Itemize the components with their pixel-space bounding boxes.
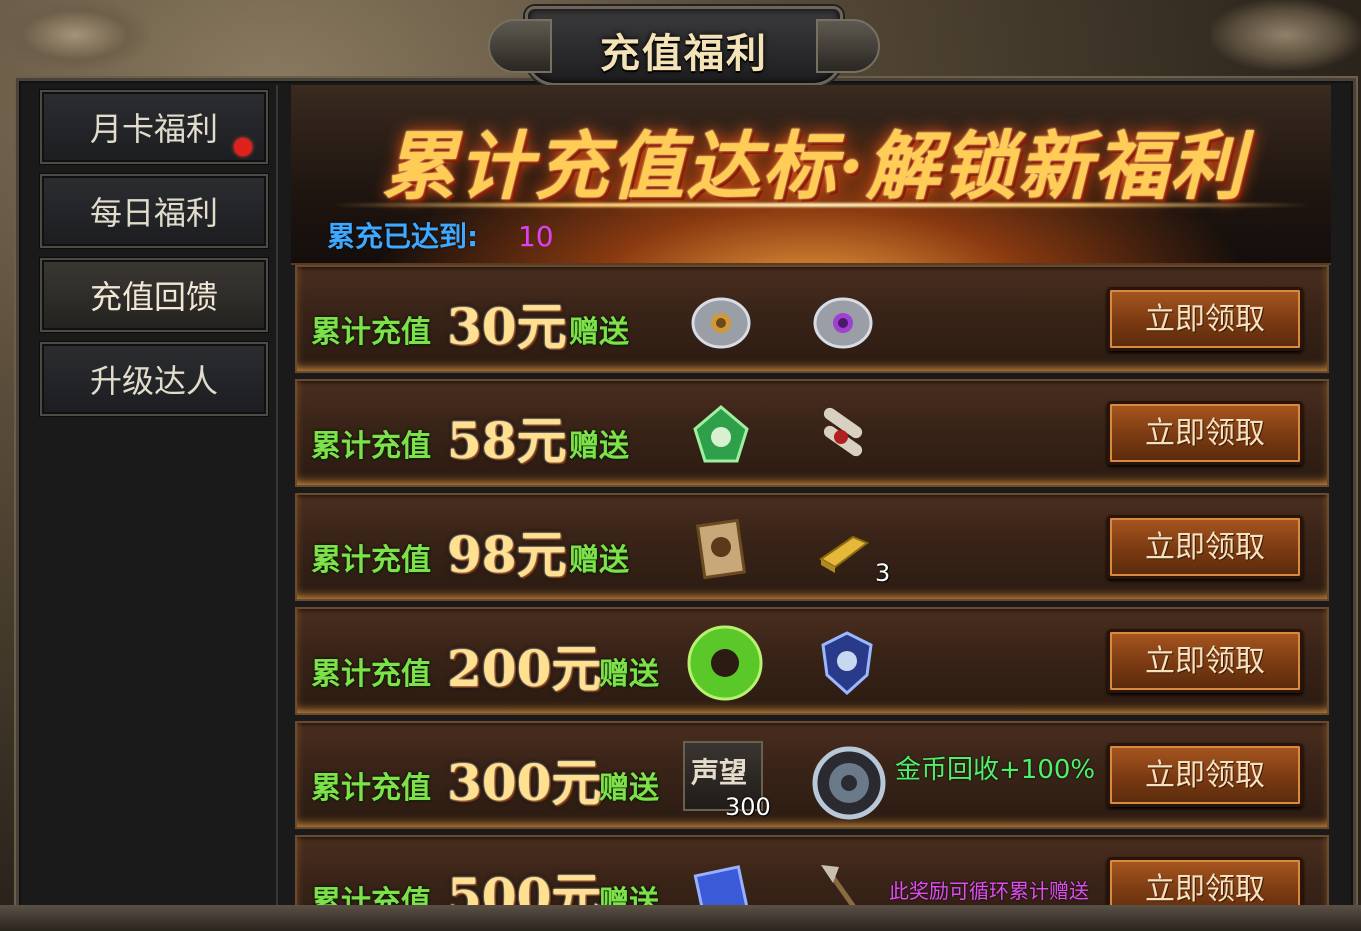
bonus-text: 此奖励可循环累计赠送: [889, 879, 1089, 903]
sidebar-item-recharge-rewards[interactable]: 充值回馈: [40, 258, 268, 332]
reward-row-30: 累计充值 30元 赠送 立即领取: [295, 265, 1329, 373]
jade-ring-icon[interactable]: [683, 621, 767, 705]
sidebar-item-level-up[interactable]: 升级达人: [40, 342, 268, 416]
dragon-ornament-right: [1211, 0, 1361, 70]
row-suffix: 赠送: [599, 657, 659, 692]
reward-row-300: 累计充值 300元 赠送 声望 300 金币回收+100% 立即领取: [295, 721, 1329, 829]
reward-panel: 累计充值达标·解锁新福利 累充已达到: 10 累计充值 30元 赠送 立即领取 …: [291, 85, 1331, 905]
row-suffix: 赠送: [599, 885, 659, 905]
shield-emblem-icon[interactable]: [811, 627, 883, 699]
row-prefix: 累计充值: [311, 885, 431, 905]
item-count: 3: [875, 559, 891, 587]
skill-book-icon[interactable]: [685, 513, 757, 585]
recharge-progress: 累充已达到: 10: [327, 215, 554, 255]
row-suffix: 赠送: [599, 771, 659, 806]
claim-button[interactable]: 立即领取: [1107, 515, 1303, 579]
sidebar-item-monthly-card[interactable]: 月卡福利: [40, 90, 268, 164]
row-amount: 98元: [447, 525, 567, 584]
sidebar: 月卡福利 每日福利 充值回馈 升级达人: [32, 85, 278, 905]
item-count: 300: [725, 793, 771, 821]
claim-button[interactable]: 立即领取: [1107, 743, 1303, 807]
scroll-bundle-icon[interactable]: [807, 399, 879, 471]
dragon-ornament-left: [0, 0, 150, 70]
window-frame: 充值福利 月卡福利 每日福利 充值回馈 升级达人 累计充值达标·解锁新福利 累充…: [0, 0, 1361, 931]
row-suffix: 赠送: [569, 429, 629, 464]
frame-bottom-edge: [0, 905, 1361, 931]
row-amount: 30元: [447, 297, 567, 356]
banner-glow: [331, 203, 1311, 207]
reward-row-98: 累计充值 98元 赠送 3 立即领取: [295, 493, 1329, 601]
banner: 累计充值达标·解锁新福利 累充已达到: 10: [291, 85, 1331, 265]
progress-label: 累充已达到:: [327, 220, 479, 253]
row-amount: 200元: [447, 639, 602, 698]
row-amount: 58元: [447, 411, 567, 470]
row-suffix: 赠送: [569, 543, 629, 578]
notification-dot-icon: [234, 138, 252, 156]
jade-pendant-icon[interactable]: [685, 399, 757, 471]
sidebar-item-daily[interactable]: 每日福利: [40, 174, 268, 248]
sidebar-item-label: 月卡福利: [89, 110, 218, 148]
progress-value: 10: [517, 220, 554, 253]
war-axe-icon[interactable]: [807, 855, 879, 905]
bonus-text: 金币回收+100%: [895, 755, 1096, 785]
row-prefix: 累计充值: [311, 657, 431, 692]
row-suffix: 赠送: [569, 315, 629, 350]
reward-row-500: 累计充值 500元 赠送 此奖励可循环累计赠送 立即领取: [295, 835, 1329, 905]
sidebar-item-label: 充值回馈: [89, 278, 218, 316]
reward-row-58: 累计充值 58元 赠送 立即领取: [295, 379, 1329, 487]
row-prefix: 累计充值: [311, 543, 431, 578]
row-prefix: 累计充值: [311, 771, 431, 806]
crystal-stone-icon[interactable]: [685, 285, 757, 357]
banner-title: 累计充值达标·解锁新福利: [382, 124, 1246, 210]
gold-bar-icon[interactable]: [807, 513, 879, 585]
row-amount: 500元: [447, 867, 602, 905]
claim-button[interactable]: 立即领取: [1107, 629, 1303, 693]
sidebar-item-label: 每日福利: [89, 194, 218, 232]
claim-button[interactable]: 立即领取: [1107, 857, 1303, 905]
window-title: 充值福利: [600, 30, 768, 77]
blue-tome-icon[interactable]: [685, 855, 757, 905]
row-prefix: 累计充值: [311, 315, 431, 350]
claim-button[interactable]: 立即领取: [1107, 401, 1303, 465]
claim-button[interactable]: 立即领取: [1107, 287, 1303, 351]
row-amount: 300元: [447, 753, 602, 812]
prestige-label: 声望: [691, 756, 748, 789]
purple-crystal-stone-icon[interactable]: [807, 285, 879, 357]
reward-row-200: 累计充值 200元 赠送 立即领取: [295, 607, 1329, 715]
silver-medal-icon[interactable]: [809, 743, 889, 823]
title-plate: 充值福利: [488, 6, 880, 86]
sidebar-item-label: 升级达人: [89, 362, 218, 400]
row-prefix: 累计充值: [311, 429, 431, 464]
